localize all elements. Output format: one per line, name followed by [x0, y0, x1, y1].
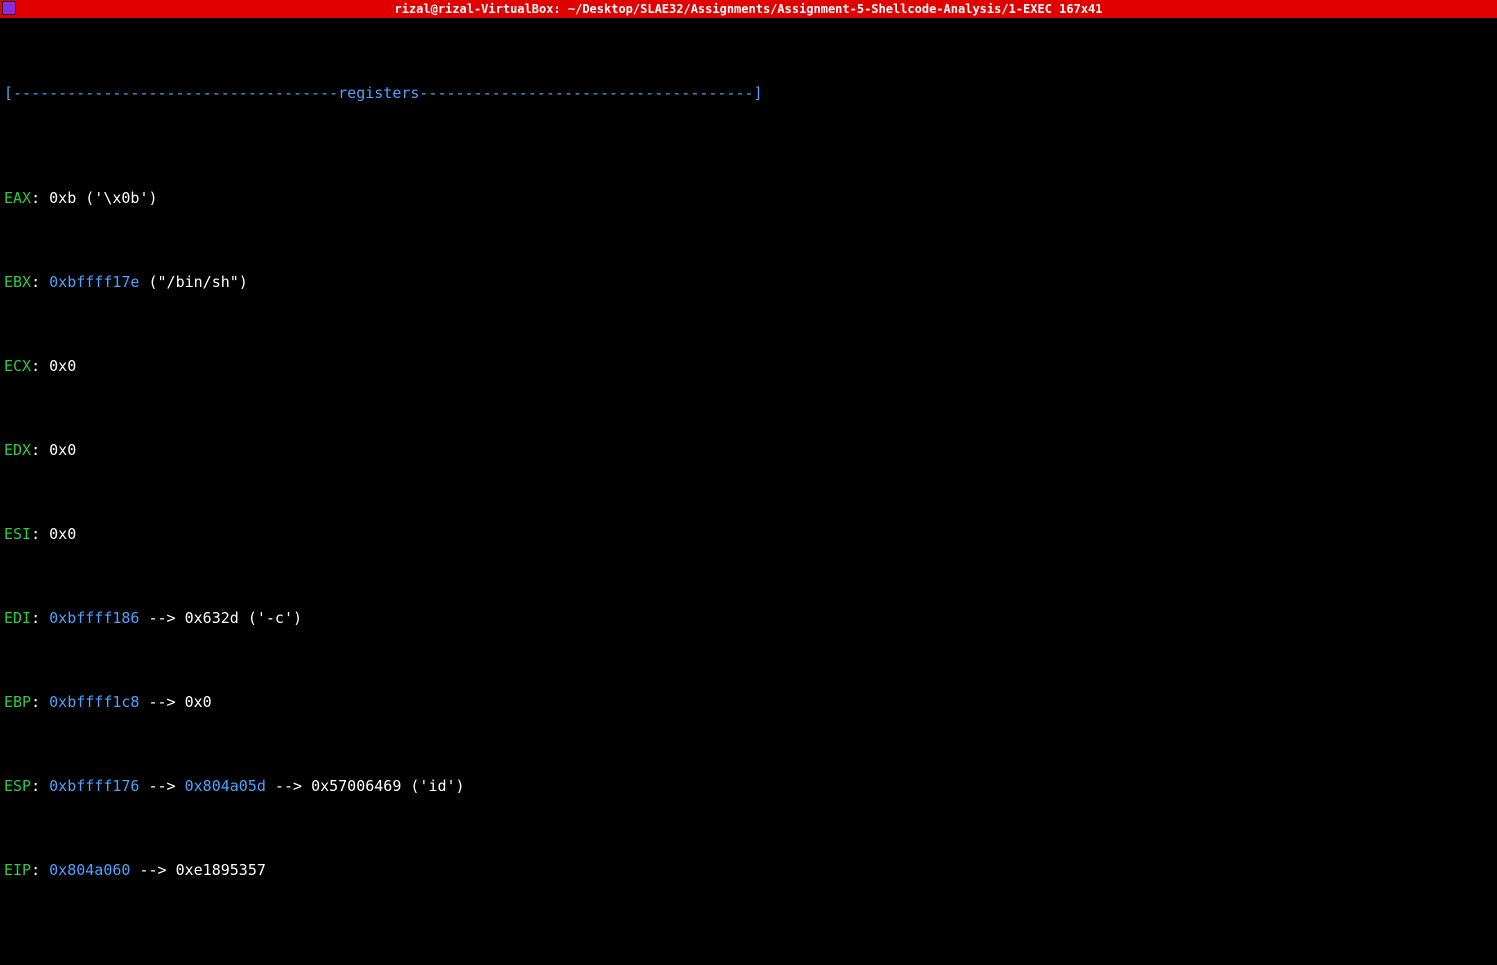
reg-ebx: EBX: 0xbffff17e ("/bin/sh") — [4, 272, 1493, 293]
reg-esp: ESP: 0xbffff176 --> 0x804a05d --> 0x5700… — [4, 776, 1493, 797]
reg-esi: ESI: 0x0 — [4, 524, 1493, 545]
window-title: rizal@rizal-VirtualBox: ~/Desktop/SLAE32… — [394, 2, 1102, 16]
app-menu-icon[interactable] — [2, 1, 16, 15]
section-header-registers: [------------------------------------reg… — [4, 83, 1493, 104]
reg-edx: EDX: 0x0 — [4, 440, 1493, 461]
window-titlebar[interactable]: rizal@rizal-VirtualBox: ~/Desktop/SLAE32… — [0, 0, 1497, 18]
reg-ecx: ECX: 0x0 — [4, 356, 1493, 377]
reg-eip: EIP: 0x804a060 --> 0xe1895357 — [4, 860, 1493, 881]
reg-edi: EDI: 0xbffff186 --> 0x632d ('-c') — [4, 608, 1493, 629]
reg-eax: EAX: 0xb ('\x0b') — [4, 188, 1493, 209]
terminal-output[interactable]: [------------------------------------reg… — [0, 18, 1497, 965]
reg-ebp: EBP: 0xbffff1c8 --> 0x0 — [4, 692, 1493, 713]
